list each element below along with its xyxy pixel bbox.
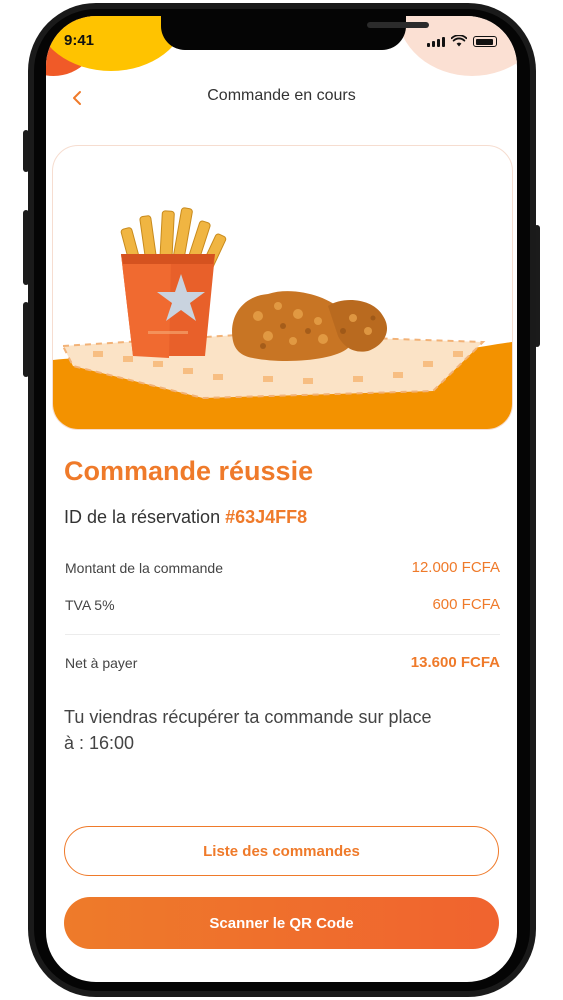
success-title: Commande réussie	[64, 456, 314, 486]
reservation-label: ID de la réservation	[64, 507, 221, 527]
battery-icon	[473, 36, 497, 47]
orders-list-button[interactable]: Liste des commandes	[64, 826, 499, 876]
divider	[65, 634, 500, 635]
signal-icon	[427, 36, 445, 47]
amount-value: 12.000 FCFA	[411, 559, 500, 576]
pickup-info: Tu viendras récupérer ta commande sur pl…	[64, 704, 464, 756]
speaker	[367, 22, 429, 28]
status-time: 9:41	[64, 32, 95, 49]
tax-value: 600 FCFA	[432, 596, 500, 613]
amount-row: Montant de la commande 12.000 FCFA	[65, 559, 500, 576]
net-value: 13.600 FCFA	[410, 654, 500, 671]
page-title: Commande en cours	[207, 87, 356, 104]
app-screen: 9:41 Commande en cours Commande réussie …	[46, 16, 517, 982]
notch	[161, 16, 429, 50]
amount-label: Montant de la commande	[65, 559, 223, 576]
wifi-icon	[451, 35, 467, 47]
food-illustration	[53, 207, 512, 429]
net-row: Net à payer 13.600 FCFA	[65, 654, 500, 671]
pickup-text: Tu viendras récupérer ta commande sur pl…	[64, 707, 432, 727]
tax-row: TVA 5% 600 FCFA	[65, 596, 500, 613]
net-label: Net à payer	[65, 654, 138, 671]
reservation-id: #63J4FF8	[225, 507, 308, 527]
pickup-time: à : 16:00	[64, 733, 135, 753]
scan-qr-button[interactable]: Scanner le QR Code	[64, 897, 499, 949]
tax-label: TVA 5%	[65, 596, 115, 613]
status-icons	[427, 35, 497, 47]
reservation-line: ID de la réservation #63J4FF8	[64, 507, 307, 528]
hero-image	[52, 145, 513, 430]
